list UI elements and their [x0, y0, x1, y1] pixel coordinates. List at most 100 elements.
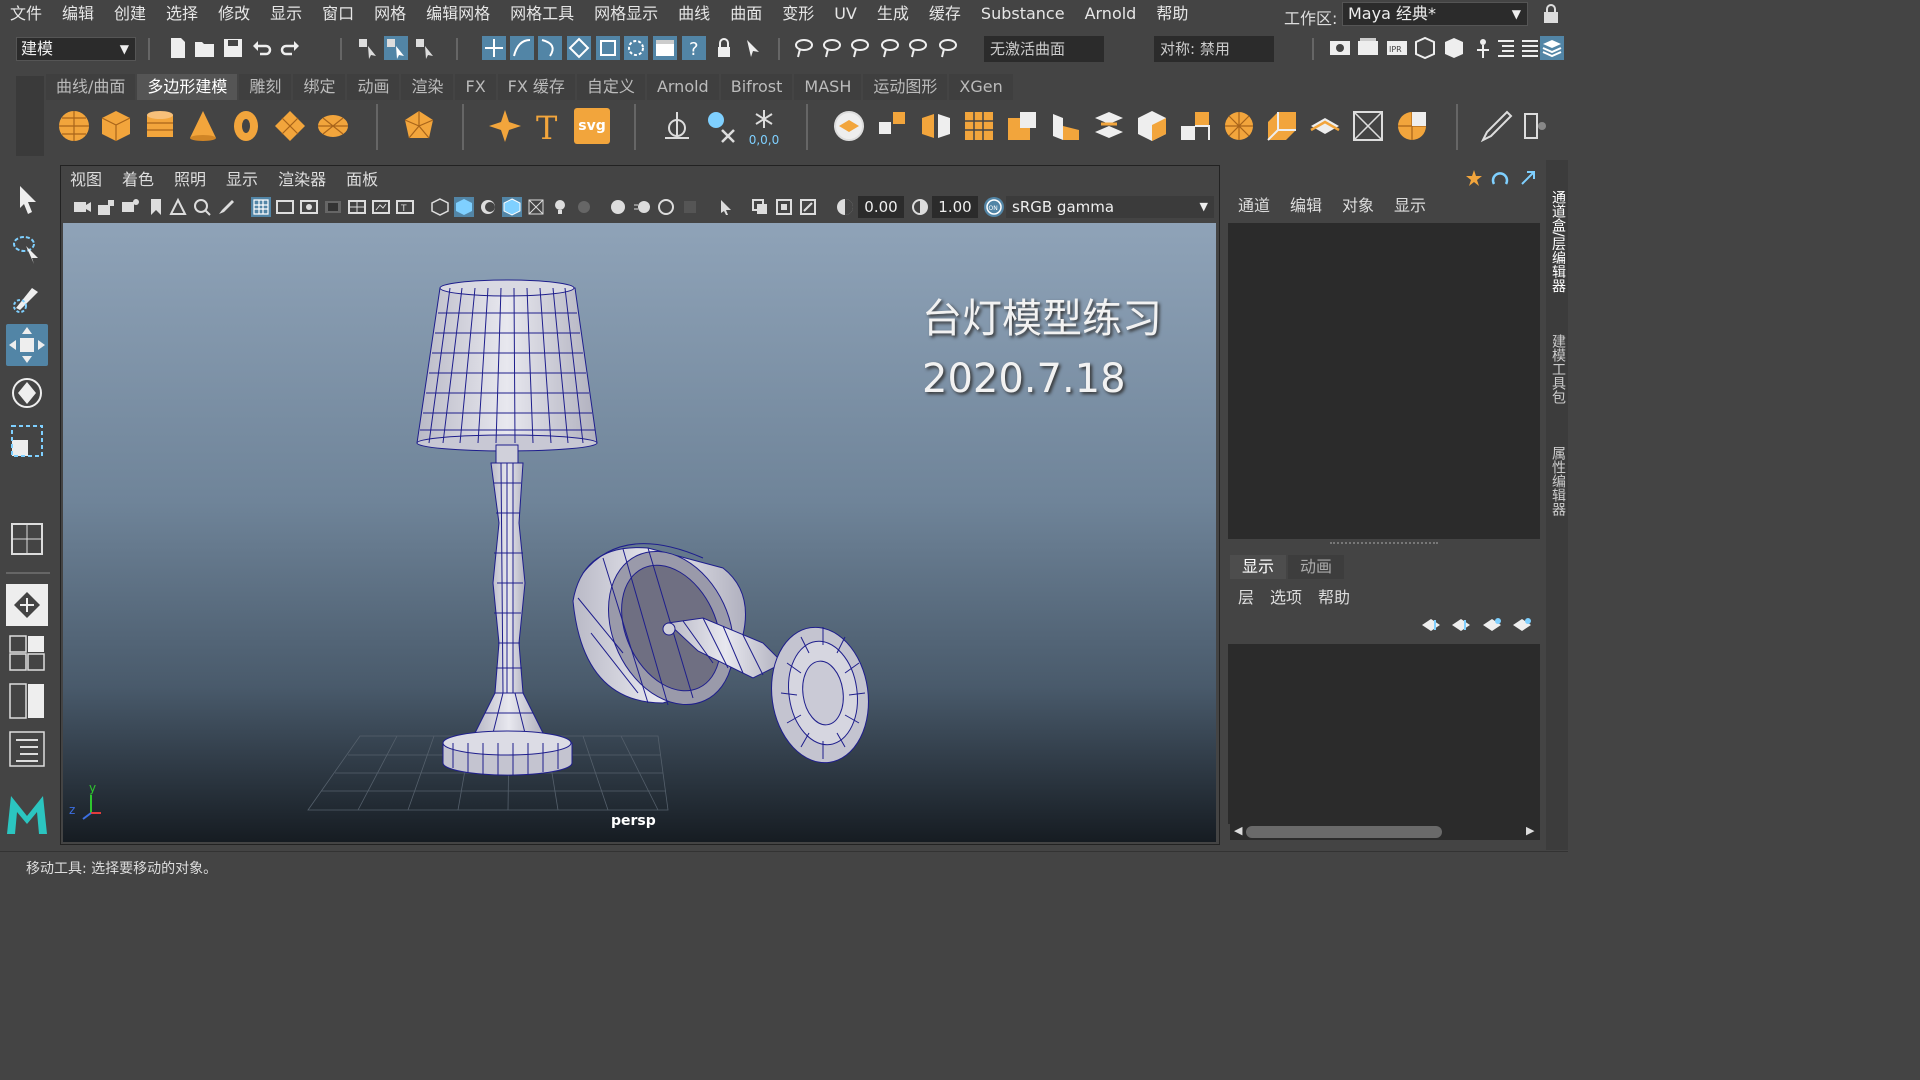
- render-frame-icon[interactable]: [1356, 36, 1380, 60]
- layer-tab-1[interactable]: 动画: [1288, 555, 1345, 579]
- menu-item-17[interactable]: Substance: [971, 0, 1075, 28]
- grid-toggle-icon[interactable]: [251, 197, 271, 217]
- channel-box-area[interactable]: [1228, 223, 1540, 539]
- menu-item-10[interactable]: 网格显示: [584, 0, 668, 28]
- channel-box-toggle-icon[interactable]: [1540, 36, 1564, 60]
- tweak-select-icon[interactable]: [848, 36, 872, 60]
- measure-tool-icon[interactable]: [659, 108, 695, 144]
- quad-draw-icon[interactable]: [1350, 108, 1386, 144]
- menu-item-13[interactable]: 变形: [772, 0, 824, 28]
- platonic-solid-icon[interactable]: [401, 108, 437, 144]
- shelf-tab-10[interactable]: Bifrost: [720, 74, 793, 100]
- bridge-icon[interactable]: [1091, 108, 1127, 144]
- depth-of-field-icon[interactable]: [680, 197, 700, 217]
- channel-box-menu-item-1[interactable]: 编辑: [1280, 196, 1332, 216]
- scrollbar-thumb[interactable]: [1246, 826, 1442, 838]
- screen-space-ao-icon[interactable]: [608, 197, 628, 217]
- textured-icon[interactable]: [526, 197, 546, 217]
- gate-mask-icon[interactable]: [323, 197, 343, 217]
- channel-box-menu-item-0[interactable]: 通道: [1228, 196, 1280, 216]
- light-editor-icon[interactable]: [1471, 36, 1495, 60]
- lasso-select-icon[interactable]: [792, 36, 816, 60]
- select-component-icon[interactable]: [413, 36, 437, 60]
- gamma-icon[interactable]: [910, 197, 930, 217]
- target-weld-icon[interactable]: [1264, 108, 1300, 144]
- menuset-select[interactable]: 建模 ▼: [16, 37, 136, 61]
- single-pane-layout-icon[interactable]: [6, 518, 48, 560]
- side-tab-attribute-editor[interactable]: 属性编辑器: [1546, 436, 1568, 526]
- menu-item-5[interactable]: 显示: [260, 0, 312, 28]
- shelf-tab-0[interactable]: 曲线/曲面: [46, 74, 136, 100]
- menu-item-16[interactable]: 缓存: [919, 0, 971, 28]
- poly-plane-icon[interactable]: [272, 108, 308, 144]
- grease-pencil-icon[interactable]: [216, 197, 236, 217]
- motion-blur-icon[interactable]: [632, 197, 652, 217]
- reflection-select-icon[interactable]: [936, 36, 960, 60]
- default-material-icon[interactable]: [478, 197, 498, 217]
- workspace-select[interactable]: Maya 经典* ▼: [1342, 2, 1528, 26]
- make-live-icon[interactable]: [624, 36, 648, 60]
- channel-box-menu-item-3[interactable]: 显示: [1384, 196, 1436, 216]
- color-management-toggle-icon[interactable]: ON: [984, 197, 1004, 217]
- shelf-tab-6[interactable]: FX: [455, 74, 496, 100]
- svg-import-icon[interactable]: svg: [574, 108, 610, 144]
- render-view-icon[interactable]: [1328, 36, 1352, 60]
- camera-lock-icon[interactable]: [96, 197, 116, 217]
- xray-joints-icon[interactable]: [774, 197, 794, 217]
- panel-menu-item-0[interactable]: 视图: [60, 168, 112, 192]
- maya-logo-icon[interactable]: [4, 792, 50, 838]
- gamma-field[interactable]: 1.00: [932, 196, 978, 218]
- undo-icon[interactable]: [250, 36, 274, 60]
- camera-icon[interactable]: [72, 197, 92, 217]
- lock-icon[interactable]: [1542, 4, 1560, 24]
- snap-projected-icon[interactable]: [567, 36, 591, 60]
- symmetry-field[interactable]: 对称: 禁用: [1154, 36, 1274, 62]
- hypershade-icon[interactable]: [1442, 36, 1466, 60]
- super-shape-icon[interactable]: [487, 108, 523, 144]
- sculpt-sphere-icon[interactable]: [1394, 108, 1430, 144]
- shelf-options-icon[interactable]: [1522, 108, 1546, 144]
- mirror-icon[interactable]: [918, 108, 954, 144]
- float-panel-icon[interactable]: [1490, 168, 1510, 188]
- symmetry-select-icon[interactable]: [906, 36, 930, 60]
- panel-menu-item-3[interactable]: 显示: [216, 168, 268, 192]
- scale-tool-icon[interactable]: [6, 420, 48, 462]
- camera-attributes-icon[interactable]: [120, 197, 140, 217]
- layer-move-down-icon[interactable]: [1450, 616, 1472, 634]
- menu-item-15[interactable]: 生成: [867, 0, 919, 28]
- resolution-gate-icon[interactable]: [299, 197, 319, 217]
- exposure-field[interactable]: 0.00: [858, 196, 904, 218]
- panel-menu-item-1[interactable]: 着色: [112, 168, 164, 192]
- extrude-icon[interactable]: [1047, 108, 1083, 144]
- shelf-tab-9[interactable]: Arnold: [646, 74, 719, 100]
- channel-box-icon[interactable]: [1464, 168, 1484, 188]
- side-tab-modeling-toolkit[interactable]: 建模工具包: [1546, 324, 1568, 414]
- shelf-tab-8[interactable]: 自定义: [576, 74, 645, 100]
- poly-cone-icon[interactable]: [185, 108, 221, 144]
- select-object-icon[interactable]: [384, 36, 408, 60]
- menu-item-4[interactable]: 修改: [208, 0, 260, 28]
- lasso-tool-icon[interactable]: [6, 228, 48, 270]
- safe-action-icon[interactable]: [371, 197, 391, 217]
- isolate-select-icon[interactable]: [716, 197, 736, 217]
- outliner-list-icon[interactable]: [1494, 36, 1518, 60]
- shelf-tab-7[interactable]: FX 缓存: [497, 74, 575, 100]
- redo-icon[interactable]: [278, 36, 302, 60]
- 2d-pan-zoom-icon[interactable]: [192, 197, 212, 217]
- type-text-icon[interactable]: T: [530, 108, 566, 144]
- render-settings-icon[interactable]: [1413, 36, 1437, 60]
- separate-icon[interactable]: [875, 108, 911, 144]
- open-scene-icon[interactable]: [193, 36, 217, 60]
- append-polygon-icon[interactable]: [1177, 108, 1213, 144]
- new-scene-icon[interactable]: [166, 36, 190, 60]
- menu-item-19[interactable]: 帮助: [1146, 0, 1198, 28]
- move-tool-icon[interactable]: [6, 324, 48, 366]
- new-layer-selected-icon[interactable]: [1511, 616, 1533, 634]
- color-space-select[interactable]: sRGB gamma ▼: [1006, 196, 1214, 218]
- help-question-icon[interactable]: ?: [682, 36, 706, 60]
- snap-curve-icon[interactable]: [510, 36, 534, 60]
- shelf-tab-1[interactable]: 多边形建模: [137, 74, 238, 100]
- menu-item-8[interactable]: 编辑网格: [416, 0, 500, 28]
- shelf-tab-3[interactable]: 绑定: [293, 74, 346, 100]
- panel-menu-item-5[interactable]: 面板: [336, 168, 388, 192]
